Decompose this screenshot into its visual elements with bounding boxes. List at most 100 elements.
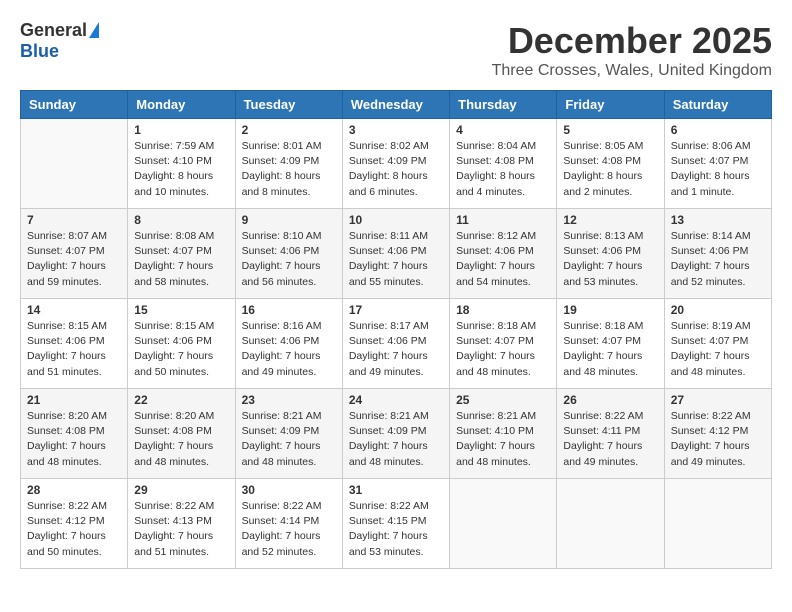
calendar-cell: 9 Sunrise: 8:10 AM Sunset: 4:06 PM Daylig… <box>235 209 342 299</box>
day-number: 19 <box>563 303 657 317</box>
month-title: December 2025 <box>492 20 772 62</box>
day-info: Sunrise: 8:15 AM Sunset: 4:06 PM Dayligh… <box>27 319 121 380</box>
days-of-week-row: SundayMondayTuesdayWednesdayThursdayFrid… <box>21 91 772 119</box>
calendar-cell: 11 Sunrise: 8:12 AM Sunset: 4:06 PM Dayli… <box>450 209 557 299</box>
calendar-cell: 21Sunrise: 8:20 AM Sunset: 4:08 PM Dayli… <box>21 389 128 479</box>
day-number: 8 <box>134 213 228 227</box>
day-number: 31 <box>349 483 443 497</box>
day-number: 24 <box>349 393 443 407</box>
day-header-tuesday: Tuesday <box>235 91 342 119</box>
day-number: 27 <box>671 393 765 407</box>
day-header-monday: Monday <box>128 91 235 119</box>
calendar-week-2: 7 Sunrise: 8:07 AM Sunset: 4:07 PM Daylig… <box>21 209 772 299</box>
calendar-cell: 20 Sunrise: 8:19 AM Sunset: 4:07 PM Dayli… <box>664 299 771 389</box>
calendar-cell: 5Sunrise: 8:05 AM Sunset: 4:08 PM Daylig… <box>557 119 664 209</box>
day-info: Sunrise: 8:10 AM Sunset: 4:06 PM Dayligh… <box>242 229 336 290</box>
calendar-cell: 10Sunrise: 8:11 AM Sunset: 4:06 PM Dayli… <box>342 209 449 299</box>
calendar-header: SundayMondayTuesdayWednesdayThursdayFrid… <box>21 91 772 119</box>
calendar-cell: 15 Sunrise: 8:15 AM Sunset: 4:06 PM Dayli… <box>128 299 235 389</box>
calendar-cell <box>557 479 664 569</box>
day-info: Sunrise: 8:19 AM Sunset: 4:07 PM Dayligh… <box>671 319 765 380</box>
calendar-cell <box>450 479 557 569</box>
day-number: 9 <box>242 213 336 227</box>
calendar-cell: 25 Sunrise: 8:21 AM Sunset: 4:10 PM Dayli… <box>450 389 557 479</box>
calendar-cell <box>664 479 771 569</box>
day-info: Sunrise: 8:21 AM Sunset: 4:09 PM Dayligh… <box>242 409 336 470</box>
day-number: 11 <box>456 213 550 227</box>
calendar-table: SundayMondayTuesdayWednesdayThursdayFrid… <box>20 90 772 569</box>
day-number: 4 <box>456 123 550 137</box>
day-header-wednesday: Wednesday <box>342 91 449 119</box>
day-info: Sunrise: 8:01 AM Sunset: 4:09 PM Dayligh… <box>242 139 336 200</box>
day-number: 18 <box>456 303 550 317</box>
calendar-cell: 13Sunrise: 8:14 AM Sunset: 4:06 PM Dayli… <box>664 209 771 299</box>
calendar-cell: 12 Sunrise: 8:13 AM Sunset: 4:06 PM Dayli… <box>557 209 664 299</box>
calendar-body: 1 Sunrise: 7:59 AM Sunset: 4:10 PM Daylig… <box>21 119 772 569</box>
day-info: Sunrise: 8:12 AM Sunset: 4:06 PM Dayligh… <box>456 229 550 290</box>
calendar-week-3: 14 Sunrise: 8:15 AM Sunset: 4:06 PM Dayli… <box>21 299 772 389</box>
day-info: Sunrise: 8:22 AM Sunset: 4:15 PM Dayligh… <box>349 499 443 560</box>
day-number: 14 <box>27 303 121 317</box>
day-info: Sunrise: 8:02 AM Sunset: 4:09 PM Dayligh… <box>349 139 443 200</box>
day-info: Sunrise: 8:13 AM Sunset: 4:06 PM Dayligh… <box>563 229 657 290</box>
calendar-cell: 1 Sunrise: 7:59 AM Sunset: 4:10 PM Daylig… <box>128 119 235 209</box>
calendar-week-4: 21Sunrise: 8:20 AM Sunset: 4:08 PM Dayli… <box>21 389 772 479</box>
calendar-cell: 28 Sunrise: 8:22 AM Sunset: 4:12 PM Dayli… <box>21 479 128 569</box>
calendar-cell: 24 Sunrise: 8:21 AM Sunset: 4:09 PM Dayli… <box>342 389 449 479</box>
day-number: 7 <box>27 213 121 227</box>
day-info: Sunrise: 8:18 AM Sunset: 4:07 PM Dayligh… <box>563 319 657 380</box>
title-area: December 2025 Three Crosses, Wales, Unit… <box>492 20 772 80</box>
calendar-cell <box>21 119 128 209</box>
day-number: 15 <box>134 303 228 317</box>
day-info: Sunrise: 8:05 AM Sunset: 4:08 PM Dayligh… <box>563 139 657 200</box>
location-text: Three Crosses, Wales, United Kingdom <box>492 62 772 80</box>
header: General Blue December 2025 Three Crosses… <box>20 20 772 80</box>
day-info: Sunrise: 8:07 AM Sunset: 4:07 PM Dayligh… <box>27 229 121 290</box>
logo: General Blue <box>20 20 99 62</box>
day-number: 6 <box>671 123 765 137</box>
calendar-cell: 2Sunrise: 8:01 AM Sunset: 4:09 PM Daylig… <box>235 119 342 209</box>
day-number: 30 <box>242 483 336 497</box>
calendar-cell: 14 Sunrise: 8:15 AM Sunset: 4:06 PM Dayli… <box>21 299 128 389</box>
calendar-cell: 8 Sunrise: 8:08 AM Sunset: 4:07 PM Daylig… <box>128 209 235 299</box>
day-number: 29 <box>134 483 228 497</box>
day-info: Sunrise: 8:17 AM Sunset: 4:06 PM Dayligh… <box>349 319 443 380</box>
day-number: 1 <box>134 123 228 137</box>
calendar-cell: 7 Sunrise: 8:07 AM Sunset: 4:07 PM Daylig… <box>21 209 128 299</box>
day-number: 12 <box>563 213 657 227</box>
day-info: Sunrise: 8:22 AM Sunset: 4:14 PM Dayligh… <box>242 499 336 560</box>
day-number: 16 <box>242 303 336 317</box>
calendar-cell: 19 Sunrise: 8:18 AM Sunset: 4:07 PM Dayli… <box>557 299 664 389</box>
calendar-cell: 3 Sunrise: 8:02 AM Sunset: 4:09 PM Daylig… <box>342 119 449 209</box>
day-info: Sunrise: 8:21 AM Sunset: 4:10 PM Dayligh… <box>456 409 550 470</box>
day-header-thursday: Thursday <box>450 91 557 119</box>
day-number: 3 <box>349 123 443 137</box>
day-number: 23 <box>242 393 336 407</box>
day-info: Sunrise: 8:21 AM Sunset: 4:09 PM Dayligh… <box>349 409 443 470</box>
day-info: Sunrise: 8:22 AM Sunset: 4:12 PM Dayligh… <box>27 499 121 560</box>
day-number: 20 <box>671 303 765 317</box>
day-info: Sunrise: 8:04 AM Sunset: 4:08 PM Dayligh… <box>456 139 550 200</box>
day-info: Sunrise: 8:18 AM Sunset: 4:07 PM Dayligh… <box>456 319 550 380</box>
calendar-cell: 17 Sunrise: 8:17 AM Sunset: 4:06 PM Dayli… <box>342 299 449 389</box>
day-number: 17 <box>349 303 443 317</box>
day-info: Sunrise: 8:20 AM Sunset: 4:08 PM Dayligh… <box>134 409 228 470</box>
day-info: Sunrise: 8:06 AM Sunset: 4:07 PM Dayligh… <box>671 139 765 200</box>
calendar-cell: 4 Sunrise: 8:04 AM Sunset: 4:08 PM Daylig… <box>450 119 557 209</box>
day-number: 25 <box>456 393 550 407</box>
day-info: Sunrise: 8:16 AM Sunset: 4:06 PM Dayligh… <box>242 319 336 380</box>
day-info: Sunrise: 8:15 AM Sunset: 4:06 PM Dayligh… <box>134 319 228 380</box>
day-header-friday: Friday <box>557 91 664 119</box>
day-info: Sunrise: 8:20 AM Sunset: 4:08 PM Dayligh… <box>27 409 121 470</box>
calendar-cell: 27 Sunrise: 8:22 AM Sunset: 4:12 PM Dayli… <box>664 389 771 479</box>
calendar-cell: 31 Sunrise: 8:22 AM Sunset: 4:15 PM Dayli… <box>342 479 449 569</box>
day-number: 28 <box>27 483 121 497</box>
day-info: Sunrise: 8:08 AM Sunset: 4:07 PM Dayligh… <box>134 229 228 290</box>
day-info: Sunrise: 7:59 AM Sunset: 4:10 PM Dayligh… <box>134 139 228 200</box>
calendar-week-5: 28 Sunrise: 8:22 AM Sunset: 4:12 PM Dayli… <box>21 479 772 569</box>
day-info: Sunrise: 8:22 AM Sunset: 4:12 PM Dayligh… <box>671 409 765 470</box>
logo-blue-text: Blue <box>20 41 59 62</box>
calendar-cell: 22Sunrise: 8:20 AM Sunset: 4:08 PM Dayli… <box>128 389 235 479</box>
day-info: Sunrise: 8:22 AM Sunset: 4:11 PM Dayligh… <box>563 409 657 470</box>
day-header-saturday: Saturday <box>664 91 771 119</box>
